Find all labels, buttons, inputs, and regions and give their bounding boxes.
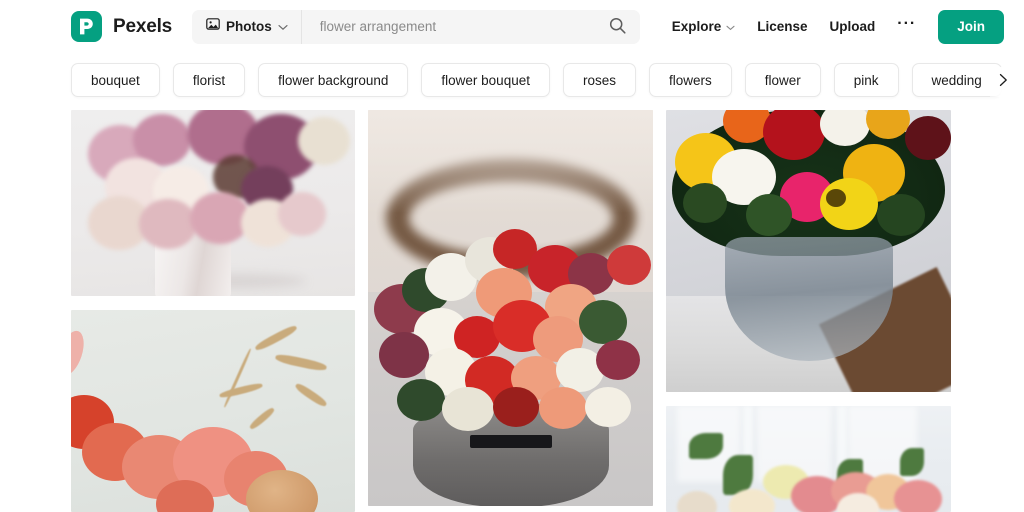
photo-grid-column-3 <box>666 110 951 512</box>
search-input[interactable] <box>319 19 610 34</box>
photo-pink-bouquet-marble-vase[interactable] <box>71 110 355 296</box>
photo-pastel-flowers-window[interactable] <box>666 405 951 512</box>
tag-chip-florist[interactable]: florist <box>172 63 246 97</box>
tag-chip-bouquet[interactable]: bouquet <box>71 63 160 97</box>
search-input-wrap <box>302 10 640 44</box>
search-type-label: Photos <box>226 19 272 34</box>
tags-scroll-right-button[interactable] <box>990 67 1016 97</box>
search-type-selector[interactable]: Photos <box>192 9 302 44</box>
chevron-right-icon <box>998 73 1009 92</box>
tag-chip-wedding[interactable]: wedding <box>911 63 1002 97</box>
tag-chip-flowers[interactable]: flowers <box>648 63 732 97</box>
photo-artwork <box>368 110 653 506</box>
photo-coral-zinnias-dried-branches[interactable] <box>71 310 355 512</box>
photo-grid <box>0 110 1024 512</box>
tag-chip-roses[interactable]: roses <box>562 63 636 97</box>
main-nav: Explore License Upload ··· Join <box>672 9 1004 44</box>
site-header: Pexels Photos flower arrangement Explore… <box>0 0 1024 53</box>
search-bar: Photos <box>192 9 641 44</box>
nav-link-upload[interactable]: Upload <box>830 19 876 34</box>
pexels-p-logo-icon <box>71 11 102 42</box>
nav-link-license[interactable]: License <box>757 19 807 34</box>
chevron-down-icon <box>278 18 288 36</box>
search-icon <box>609 17 626 37</box>
photo-artwork <box>666 405 951 512</box>
join-button[interactable]: Join <box>938 9 1004 44</box>
photo-artwork <box>71 310 355 512</box>
tag-chip-pink[interactable]: pink <box>833 63 899 97</box>
tag-chip-flower-bouquet[interactable]: flower bouquet <box>421 63 550 97</box>
tag-chips-row: bouquet florist flower background flower… <box>0 53 1024 110</box>
photo-artwork <box>666 110 951 392</box>
nav-link-explore[interactable]: Explore <box>672 19 736 34</box>
photo-bright-bouquet-glass-bowl[interactable] <box>666 110 951 392</box>
photo-grid-column-2 <box>368 110 653 512</box>
chevron-down-icon <box>726 19 735 34</box>
more-menu-button[interactable]: ··· <box>897 15 916 34</box>
photo-artwork <box>71 110 355 296</box>
brand-name: Pexels <box>113 15 173 37</box>
photo-red-roses-hat-box[interactable] <box>368 110 653 506</box>
nav-link-explore-label: Explore <box>671 19 722 34</box>
tag-chip-flower-background[interactable]: flower background <box>258 63 409 97</box>
photo-icon <box>206 17 220 36</box>
photo-grid-column-1 <box>71 110 355 512</box>
brand-logo[interactable]: Pexels <box>71 11 172 42</box>
search-submit-button[interactable] <box>609 17 626 37</box>
tag-chip-flower[interactable]: flower <box>744 63 821 97</box>
